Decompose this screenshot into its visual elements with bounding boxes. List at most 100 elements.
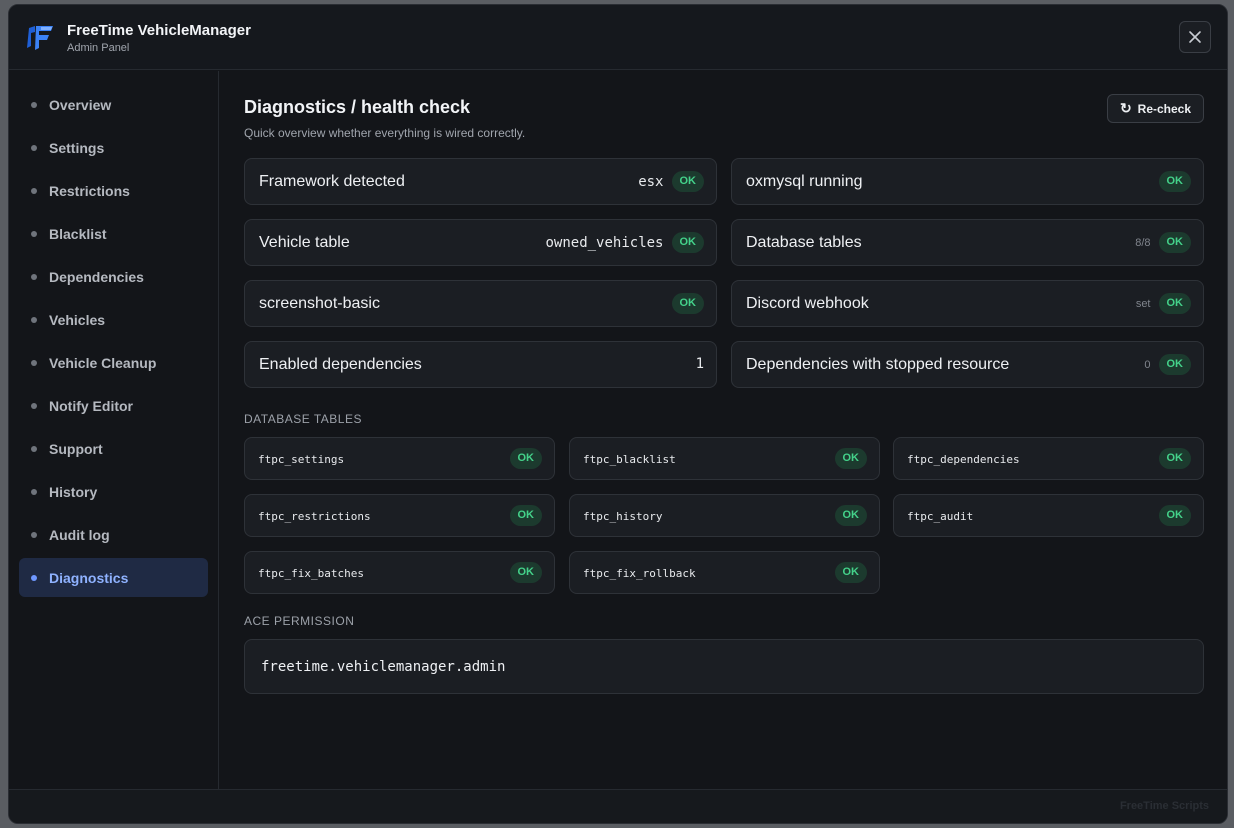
status-badge: OK	[671, 171, 704, 192]
sidebar-item-settings[interactable]: Settings	[19, 128, 208, 167]
page-title: Diagnostics / health check	[244, 97, 471, 117]
bullet-icon	[31, 144, 37, 151]
status-badge: OK	[834, 505, 867, 526]
footer-brand: FreeTime Scripts	[1119, 800, 1209, 812]
sidebar-item-dependencies[interactable]: Dependencies	[19, 257, 208, 296]
sidebar-item-label: Vehicles	[49, 311, 106, 328]
check-card: Framework detected esx OK	[244, 158, 717, 205]
sidebar-item-vehicle-cleanup[interactable]: Vehicle Cleanup	[19, 343, 208, 382]
check-label: Dependencies with stopped resource	[746, 356, 1010, 373]
sidebar-item-label: Overview	[49, 96, 112, 113]
sidebar-item-label: Audit log	[49, 526, 110, 543]
check-value: esx	[638, 173, 664, 190]
check-label: oxmysql running	[746, 173, 863, 190]
header: FreeTime VehicleManager Admin Panel	[9, 5, 1227, 70]
bullet-icon	[31, 574, 37, 581]
db-table-name: ftpc_audit	[907, 510, 974, 523]
sidebar-item-label: Settings	[49, 139, 105, 156]
footer: FreeTime Scripts	[9, 789, 1227, 823]
database-tables-heading: DATABASE TABLES	[244, 412, 362, 426]
check-card: screenshot-basic OK	[244, 280, 717, 327]
bullet-icon	[31, 488, 37, 495]
check-label: Database tables	[746, 234, 862, 251]
sidebar-item-label: Restrictions	[49, 182, 130, 199]
sidebar: Overview Settings Restrictions Blacklist…	[9, 71, 219, 789]
status-badge: OK	[1158, 171, 1191, 192]
db-table-card: ftpc_fix_batches OK	[244, 551, 555, 594]
check-card: Dependencies with stopped resource 0 OK	[731, 341, 1204, 388]
bullet-icon	[31, 187, 37, 194]
status-badge: OK	[834, 562, 867, 583]
sidebar-item-notify-editor[interactable]: Notify Editor	[19, 386, 208, 425]
bullet-icon	[31, 101, 37, 108]
bullet-icon	[31, 402, 37, 409]
db-table-name: ftpc_fix_batches	[258, 567, 364, 580]
admin-window: FreeTime VehicleManager Admin Panel Over…	[8, 4, 1228, 824]
sidebar-item-label: Support	[49, 440, 103, 457]
db-table-name: ftpc_restrictions	[258, 510, 371, 523]
sidebar-item-label: Vehicle Cleanup	[49, 354, 157, 371]
app-title: FreeTime VehicleManager	[67, 22, 251, 39]
check-label: Framework detected	[259, 173, 405, 190]
close-button[interactable]	[1179, 21, 1211, 53]
sidebar-item-audit-log[interactable]: Audit log	[19, 515, 208, 554]
db-table-name: ftpc_fix_rollback	[583, 567, 696, 580]
check-card: Vehicle table owned_vehicles OK	[244, 219, 717, 266]
recheck-button[interactable]: ↻ Re-check	[1107, 94, 1204, 123]
check-card: Database tables 8/8 OK	[731, 219, 1204, 266]
status-badge: OK	[1158, 354, 1191, 375]
bullet-icon	[31, 230, 37, 237]
db-table-card: ftpc_settings OK	[244, 437, 555, 480]
sidebar-item-label: Diagnostics	[49, 569, 129, 586]
status-badge: OK	[1158, 448, 1191, 469]
status-badge: OK	[509, 562, 542, 583]
ace-permission-box: freetime.vehiclemanager.admin	[244, 639, 1204, 694]
app-subtitle: Admin Panel	[67, 42, 130, 54]
sidebar-item-vehicles[interactable]: Vehicles	[19, 300, 208, 339]
sidebar-item-history[interactable]: History	[19, 472, 208, 511]
ace-permission-value: freetime.vehiclemanager.admin	[261, 659, 506, 675]
bullet-icon	[31, 316, 37, 323]
bullet-icon	[31, 445, 37, 452]
sidebar-item-blacklist[interactable]: Blacklist	[19, 214, 208, 253]
status-badge: OK	[671, 293, 704, 314]
db-table-name: ftpc_settings	[258, 453, 345, 466]
check-label: screenshot-basic	[259, 295, 380, 312]
refresh-icon: ↻	[1119, 100, 1132, 116]
check-card: oxmysql running OK	[731, 158, 1204, 205]
check-label: Enabled dependencies	[259, 356, 422, 373]
check-detail: set	[1135, 297, 1151, 310]
sidebar-item-label: History	[49, 483, 98, 500]
close-icon	[1189, 31, 1201, 43]
sidebar-item-diagnostics[interactable]: Diagnostics	[19, 558, 208, 597]
db-table-name: ftpc_blacklist	[583, 453, 676, 466]
check-detail: 0	[1144, 358, 1151, 371]
ace-permission-heading: ACE PERMISSION	[244, 614, 355, 628]
db-table-name: ftpc_history	[583, 510, 663, 523]
status-badge: OK	[1158, 505, 1191, 526]
sidebar-item-support[interactable]: Support	[19, 429, 208, 468]
status-badge: OK	[1158, 293, 1191, 314]
sidebar-item-overview[interactable]: Overview	[19, 85, 208, 124]
db-table-card: ftpc_dependencies OK	[893, 437, 1204, 480]
db-table-card: ftpc_history OK	[569, 494, 880, 537]
status-badge: OK	[834, 448, 867, 469]
check-label: Vehicle table	[259, 234, 350, 251]
app-logo-icon	[27, 26, 53, 50]
bullet-icon	[31, 531, 37, 538]
sidebar-item-label: Notify Editor	[49, 397, 133, 414]
bullet-icon	[31, 273, 37, 280]
status-badge: OK	[509, 505, 542, 526]
db-table-card: ftpc_restrictions OK	[244, 494, 555, 537]
check-card: Discord webhook set OK	[731, 280, 1204, 327]
check-value: 1	[695, 356, 704, 372]
check-detail: 8/8	[1135, 236, 1151, 249]
db-table-card: ftpc_audit OK	[893, 494, 1204, 537]
sidebar-item-label: Blacklist	[49, 225, 107, 242]
check-card: Enabled dependencies 1	[244, 341, 717, 388]
page-subtitle: Quick overview whether everything is wir…	[244, 126, 526, 140]
sidebar-item-label: Dependencies	[49, 268, 144, 285]
check-value: owned_vehicles	[545, 234, 664, 251]
sidebar-item-restrictions[interactable]: Restrictions	[19, 171, 208, 210]
status-badge: OK	[509, 448, 542, 469]
